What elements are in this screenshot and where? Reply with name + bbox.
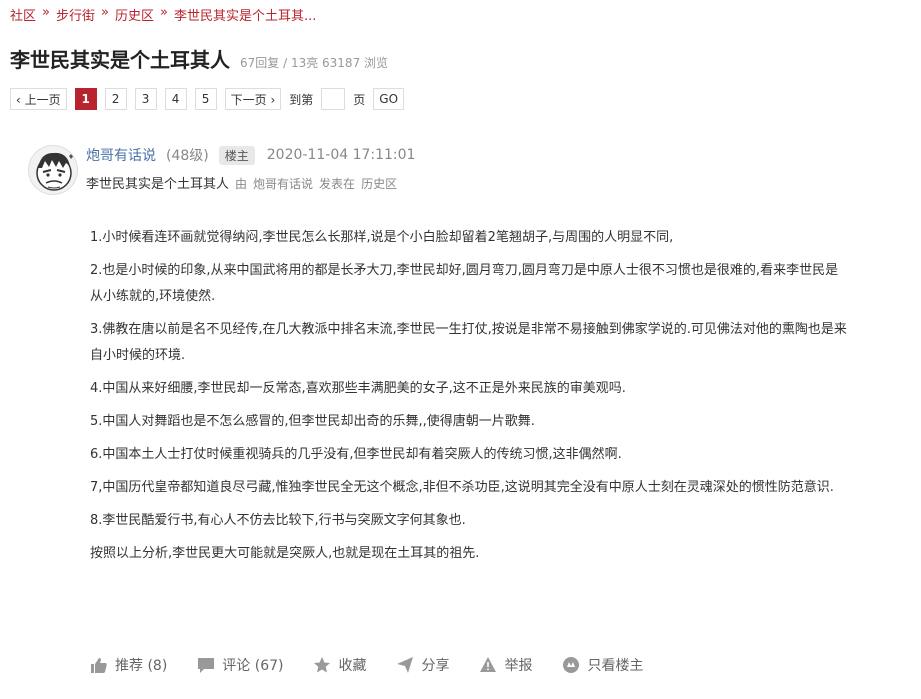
breadcrumb-separator: » xyxy=(42,5,50,20)
content-paragraph: 7,中国历代皇帝都知道良尽弓藏,惟独李世民全无这个概念,非但不杀功臣,这说明其完… xyxy=(90,480,834,495)
comment-label: 评论 (67) xyxy=(222,658,284,674)
share-label: 分享 xyxy=(421,658,450,674)
thread-stats: 67回复 / 13亮 63187 浏览 xyxy=(240,56,389,70)
post-actions: 推荐 (8) 评论 (67) 收藏 分享 举报 只看楼主 xyxy=(90,655,643,675)
author-level: (48级) xyxy=(166,148,209,164)
report-button[interactable]: 举报 xyxy=(479,655,532,675)
page-suffix-label: 页 xyxy=(353,92,366,107)
breadcrumb-current[interactable]: 李世民其实是个土耳其... xyxy=(174,5,316,24)
author-name[interactable]: 炮哥有话说 xyxy=(86,145,156,165)
next-page-button[interactable]: 下一页 › xyxy=(224,88,282,110)
owner-icon xyxy=(563,657,580,673)
content-paragraph: 8.李世民酷爱行书,有心人不仿去比较下,行书与突厥文字何其象也. xyxy=(90,513,466,528)
thumbs-up-icon xyxy=(91,658,107,673)
author-small[interactable]: 炮哥有话说 xyxy=(253,175,313,192)
breadcrumb-separator: » xyxy=(101,5,109,20)
avatar[interactable] xyxy=(28,145,78,195)
page-4-button[interactable]: 4 xyxy=(164,88,187,110)
page-2-button[interactable]: 2 xyxy=(104,88,127,110)
breadcrumb-separator: » xyxy=(159,5,168,20)
recommend-label: 推荐 (8) xyxy=(115,658,168,674)
page-5-button[interactable]: 5 xyxy=(194,88,217,110)
favorite-button[interactable]: 收藏 xyxy=(313,655,366,675)
recommend-button[interactable]: 推荐 (8) xyxy=(90,655,167,675)
content-paragraph: 6.中国本土人士打仗时候重视骑兵的几乎没有,但李世民却有着突厥人的传统习惯,这非… xyxy=(90,447,622,462)
pagination: ‹ 上一页 1 2 3 4 5 下一页 › 到第 页 GO xyxy=(10,88,405,110)
content-paragraph: 2.也是小时候的印象,从来中国武将用的都是长矛大刀,李世民却好,圆月弯刀,圆月弯… xyxy=(90,263,839,304)
report-label: 举报 xyxy=(504,658,533,674)
breadcrumb: 社区 » 步行街 » 历史区 » 李世民其实是个土耳其... xyxy=(10,5,316,24)
comment-button[interactable]: 评论 (67) xyxy=(197,655,283,675)
share-button[interactable]: 分享 xyxy=(396,655,449,675)
breadcrumb-pedestrian-street[interactable]: 步行街 xyxy=(56,5,95,24)
post-header: 炮哥有话说 (48级) 楼主 2020-11-04 17:11:01 李世民其实… xyxy=(28,145,415,195)
star-icon xyxy=(314,657,331,673)
page-number-input[interactable] xyxy=(321,88,346,110)
prev-page-button[interactable]: ‹ 上一页 xyxy=(10,88,67,110)
content-paragraph: 4.中国从来好细腰,李世民却一反常态,喜欢那些丰满肥美的女子,这不正是外来民族的… xyxy=(90,381,626,396)
warning-icon xyxy=(480,657,497,672)
posted-in-label: 发表在 xyxy=(319,177,356,191)
page-3-button[interactable]: 3 xyxy=(134,88,157,110)
favorite-label: 收藏 xyxy=(338,658,367,674)
only-owner-label: 只看楼主 xyxy=(587,658,644,674)
page-1-button[interactable]: 1 xyxy=(74,88,97,110)
content-paragraph: 按照以上分析,李世民更大可能就是突厥人,也就是现在土耳其的祖先. xyxy=(90,546,480,561)
by-label: 由 xyxy=(235,177,248,191)
paper-plane-icon xyxy=(397,657,414,673)
content-paragraph: 5.中国人对舞蹈也是不怎么感冒的,但李世民却出奇的乐舞,,使得唐朝一片歌舞. xyxy=(90,414,535,429)
breadcrumb-history[interactable]: 历史区 xyxy=(115,5,154,24)
go-button[interactable]: GO xyxy=(373,88,405,110)
only-owner-button[interactable]: 只看楼主 xyxy=(562,655,643,675)
board-link[interactable]: 历史区 xyxy=(361,175,397,192)
breadcrumb-community[interactable]: 社区 xyxy=(10,5,36,24)
post-subline: 李世民其实是个土耳其人 由 炮哥有话说 发表在 历史区 xyxy=(86,173,415,192)
content-paragraph: 3.佛教在唐以前是名不见经传,在几大教派中排名末流,李世民一生打仗,按说是非常不… xyxy=(90,322,847,363)
post-author-block: 炮哥有话说 (48级) 楼主 2020-11-04 17:11:01 李世民其实… xyxy=(86,145,415,195)
comment-icon xyxy=(198,658,215,673)
cartoon-face-icon xyxy=(36,150,77,191)
author-line: 炮哥有话说 (48级) 楼主 2020-11-04 17:11:01 xyxy=(86,145,415,165)
page-title: 李世民其实是个土耳其人 xyxy=(10,48,230,72)
post-subject: 李世民其实是个土耳其人 xyxy=(86,177,230,192)
goto-label: 到第 xyxy=(289,92,314,107)
post-datetime: 2020-11-04 17:11:01 xyxy=(266,147,416,163)
owner-badge: 楼主 xyxy=(218,145,255,165)
content-paragraph: 1.小时候看连环画就觉得纳闷,李世民怎么长那样,说是个小白脸却留着2笔翘胡子,与… xyxy=(90,230,674,245)
thread-header: 李世民其实是个土耳其人 67回复 / 13亮 63187 浏览 xyxy=(10,44,388,73)
post-content: 1.小时候看连环画就觉得纳闷,李世民怎么长那样,说是个小白脸却留着2笔翘胡子,与… xyxy=(90,225,850,574)
